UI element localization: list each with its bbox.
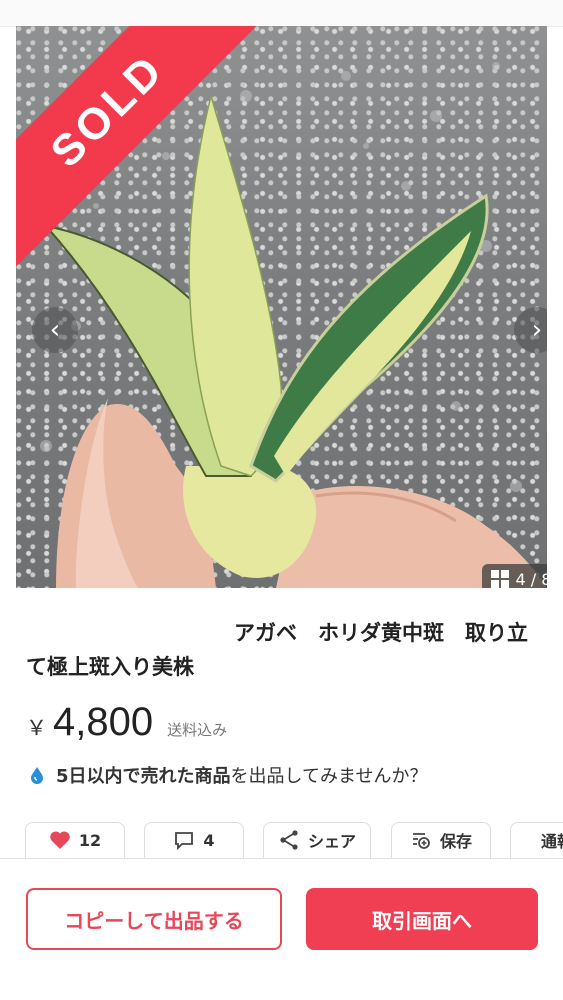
top-spacer [0, 0, 563, 27]
share-button[interactable]: シェア [263, 822, 371, 858]
price-row: ￥ 4,800 送料込み [26, 700, 227, 745]
comments-count: 4 [203, 830, 215, 850]
image-counter: 4 / 8 [482, 564, 547, 588]
shipping-info: 送料込み [167, 721, 228, 739]
likes-count: 12 [78, 830, 102, 850]
like-button[interactable]: 12 [25, 822, 125, 858]
chevron-right-icon: › [531, 315, 543, 345]
report-button[interactable]: 通報 [510, 822, 563, 858]
currency-symbol: ￥ [26, 716, 47, 740]
gallery-grid-icon [490, 570, 509, 588]
heart-icon [50, 831, 70, 849]
promo-text: を出品してみませんか？ [230, 766, 428, 787]
chevron-left-icon: ‹ [49, 315, 61, 345]
product-photo[interactable]: SOLD ‹ › 4 / 8 [16, 26, 547, 588]
promo-highlight: 5日以内で売れた商品 [56, 766, 231, 787]
save-button[interactable]: 保存 [391, 822, 491, 858]
report-label: 通報 [541, 832, 563, 851]
image-counter-text: 4 / 8 [515, 569, 547, 589]
save-label: 保存 [439, 832, 472, 851]
share-label: シェア [307, 832, 356, 851]
comment-icon [175, 832, 194, 850]
water-drop-icon [31, 767, 43, 784]
item-price: 4,800 [53, 700, 154, 744]
trade-screen-button[interactable]: 取引画面へ [306, 888, 538, 950]
prev-image-button[interactable]: ‹ [32, 307, 78, 353]
share-icon [280, 830, 298, 850]
save-icon [412, 833, 430, 849]
item-title: アガベ ホリダ黄中斑 取り立て極上斑入り美株 [26, 621, 528, 679]
sell-promo[interactable]: 5日以内で売れた商品 を出品してみませんか？ [28, 762, 427, 788]
copy-listing-button[interactable]: コピーして出品する [26, 888, 282, 950]
comment-button[interactable]: 4 [144, 822, 244, 858]
action-chips: 12 4 シェア 保存 通報 [25, 822, 563, 858]
